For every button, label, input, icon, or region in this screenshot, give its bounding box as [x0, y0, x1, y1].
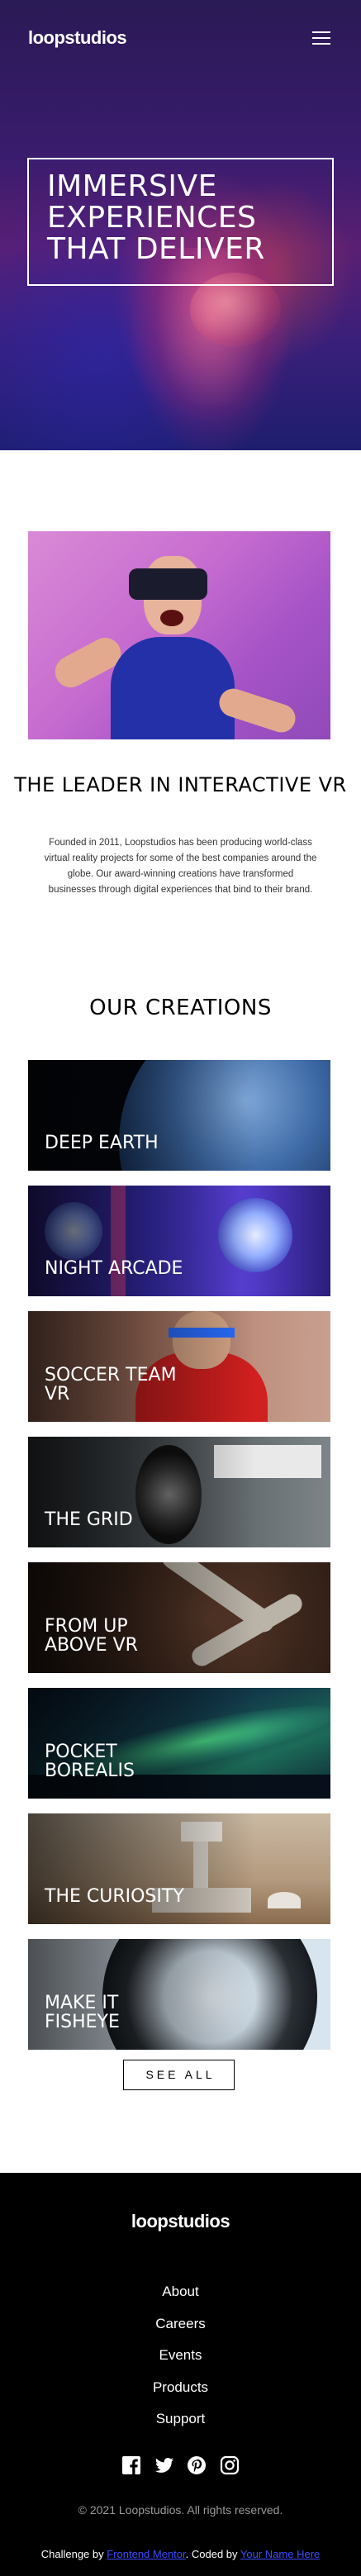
twitter-icon[interactable]: [154, 2455, 174, 2475]
creation-card-pocket-borealis[interactable]: Pocket borealis: [28, 1688, 330, 1799]
creation-label: The grid: [45, 1509, 133, 1530]
attribution-challenge-link[interactable]: Frontend Mentor: [107, 2548, 185, 2560]
creation-card-the-curiosity[interactable]: The curiosity: [28, 1813, 330, 1924]
intro-paragraph: Founded in 2011, Loopstudios has been pr…: [44, 838, 317, 895]
top-navigation: loopstudios: [0, 0, 361, 79]
creation-card-soccer-team-vr[interactable]: Soccer team VR: [28, 1311, 330, 1422]
attribution-coded-prefix: . Coded by: [185, 2548, 238, 2560]
menu-line: [312, 31, 330, 33]
menu-line: [312, 37, 330, 39]
menu-line: [312, 43, 330, 45]
hero-title: Immersive experiences that deliver: [47, 169, 265, 266]
creation-card-make-it-fisheye[interactable]: Make it fisheye: [28, 1939, 330, 2050]
footer-link-support[interactable]: Support: [0, 2403, 361, 2436]
creation-label: Make it fisheye: [45, 1993, 120, 2032]
card-shade: [28, 1186, 330, 1296]
social-links: [121, 2455, 240, 2477]
creation-card-from-up-above-vr[interactable]: From up above VR: [28, 1562, 330, 1673]
hamburger-menu-icon[interactable]: [312, 31, 330, 45]
creations-heading: Our creations: [89, 996, 272, 1020]
creation-label: Pocket borealis: [45, 1742, 135, 1781]
footer: loopstudios About Careers Events Product…: [0, 2173, 361, 2576]
footer-link-careers[interactable]: Careers: [0, 2308, 361, 2341]
hero-section: loopstudios Immersive experiences that d…: [0, 0, 361, 450]
copyright-text: © 2021 Loopstudios. All rights reserved.: [78, 2503, 283, 2517]
footer-link-events[interactable]: Events: [0, 2340, 361, 2372]
creation-label: The curiosity: [45, 1886, 184, 1907]
vr-person-image: [28, 531, 330, 739]
image-torso: [111, 637, 235, 739]
card-shade: [28, 1060, 330, 1171]
creation-card-deep-earth[interactable]: Deep earth: [28, 1060, 330, 1171]
creation-card-night-arcade[interactable]: Night arcade: [28, 1186, 330, 1296]
pinterest-icon[interactable]: [187, 2455, 207, 2475]
vr-headset-icon: [129, 568, 207, 600]
creation-label: From up above VR: [45, 1616, 138, 1656]
creation-label: Deep earth: [45, 1133, 159, 1153]
facebook-icon[interactable]: [121, 2455, 141, 2475]
attribution-challenge-prefix: Challenge by: [40, 2548, 104, 2560]
footer-link-products[interactable]: Products: [0, 2372, 361, 2404]
site-logo[interactable]: loopstudios: [28, 27, 127, 49]
page: loopstudios Immersive experiences that d…: [0, 0, 361, 2576]
hero-title-box: Immersive experiences that deliver: [27, 158, 334, 286]
attribution: Challenge by Frontend Mentor. Coded by Y…: [0, 2548, 361, 2560]
card-shade: [28, 1437, 330, 1547]
footer-logo[interactable]: loopstudios: [0, 2211, 361, 2232]
creation-label: Night arcade: [45, 1258, 183, 1279]
instagram-icon[interactable]: [220, 2455, 240, 2475]
creation-label: Soccer team VR: [45, 1365, 177, 1404]
intro-heading: The leader in interactive VR: [14, 773, 347, 796]
attribution-coded-link[interactable]: Your Name Here: [240, 2548, 320, 2560]
footer-nav: About Careers Events Products Support: [0, 2276, 361, 2436]
image-mouth: [160, 610, 183, 626]
see-all-button[interactable]: See all: [123, 2060, 235, 2090]
creation-card-the-grid[interactable]: The grid: [28, 1437, 330, 1547]
footer-link-about[interactable]: About: [0, 2276, 361, 2308]
card-shade: [28, 1813, 330, 1924]
